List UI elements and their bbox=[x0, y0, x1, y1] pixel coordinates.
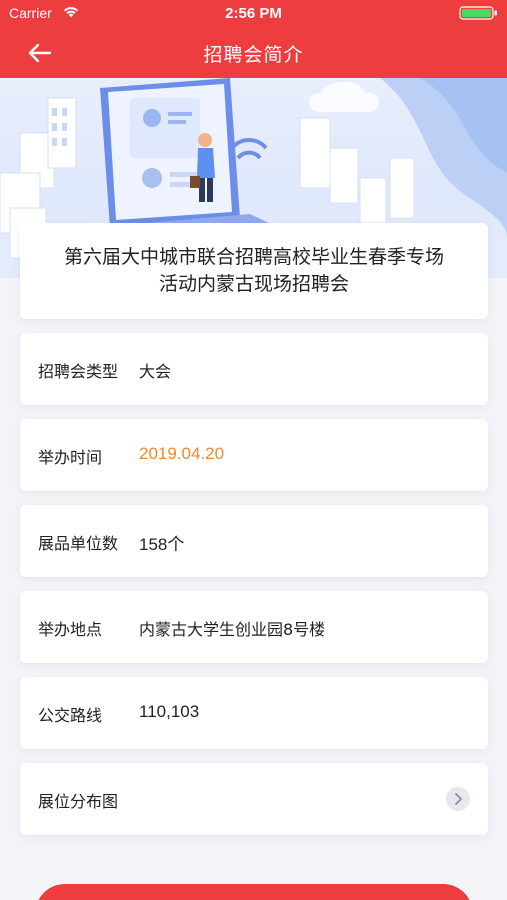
booth-map-label: 展位分布图 bbox=[38, 792, 119, 811]
nav-bar: 招聘会简介 bbox=[0, 28, 507, 78]
venue-label: 举办地点 bbox=[38, 620, 103, 639]
row-exhibitor-count: 展品单位数 158个 bbox=[20, 505, 488, 577]
header-bar: Carrier 2:56 PM 招聘会简介 bbox=[0, 0, 507, 78]
screen: Carrier 2:56 PM 招聘会简介 第六届大中城市联合招聘高校毕业生春季… bbox=[0, 0, 507, 900]
page-title: 招聘会简介 bbox=[203, 44, 304, 66]
fair-date-label: 举办时间 bbox=[38, 448, 103, 467]
row-fair-date: 举办时间 2019.04.20 bbox=[20, 419, 488, 491]
battery-icon bbox=[459, 6, 497, 20]
status-bar: Carrier 2:56 PM bbox=[0, 0, 507, 28]
exhibitor-count-label: 展品单位数 bbox=[38, 534, 119, 553]
chevron-right-icon bbox=[446, 787, 470, 811]
row-fair-type: 招聘会类型 大会 bbox=[20, 333, 488, 405]
bus-routes-value: 110,103 bbox=[139, 702, 200, 721]
row-bus-routes: 公交路线 110,103 bbox=[20, 677, 488, 749]
bottom-action-button[interactable] bbox=[35, 884, 473, 900]
fair-type-value: 大会 bbox=[139, 362, 172, 381]
bus-routes-label: 公交路线 bbox=[38, 706, 103, 725]
fair-name: 第六届大中城市联合招聘高校毕业生春季专场活动内蒙古现场招聘会 bbox=[64, 246, 445, 295]
exhibitor-count-value: 158个 bbox=[139, 535, 185, 554]
fair-date-value: 2019.04.20 bbox=[139, 444, 225, 463]
row-booth-map[interactable]: 展位分布图 bbox=[20, 763, 488, 835]
venue-value: 内蒙古大学生创业园8号楼 bbox=[139, 620, 326, 639]
clock: 2:56 PM bbox=[225, 5, 282, 22]
row-venue: 举办地点 内蒙古大学生创业园8号楼 bbox=[20, 591, 488, 663]
fair-title-card: 第六届大中城市联合招聘高校毕业生春季专场活动内蒙古现场招聘会 bbox=[20, 223, 488, 319]
fair-type-label: 招聘会类型 bbox=[38, 362, 119, 381]
